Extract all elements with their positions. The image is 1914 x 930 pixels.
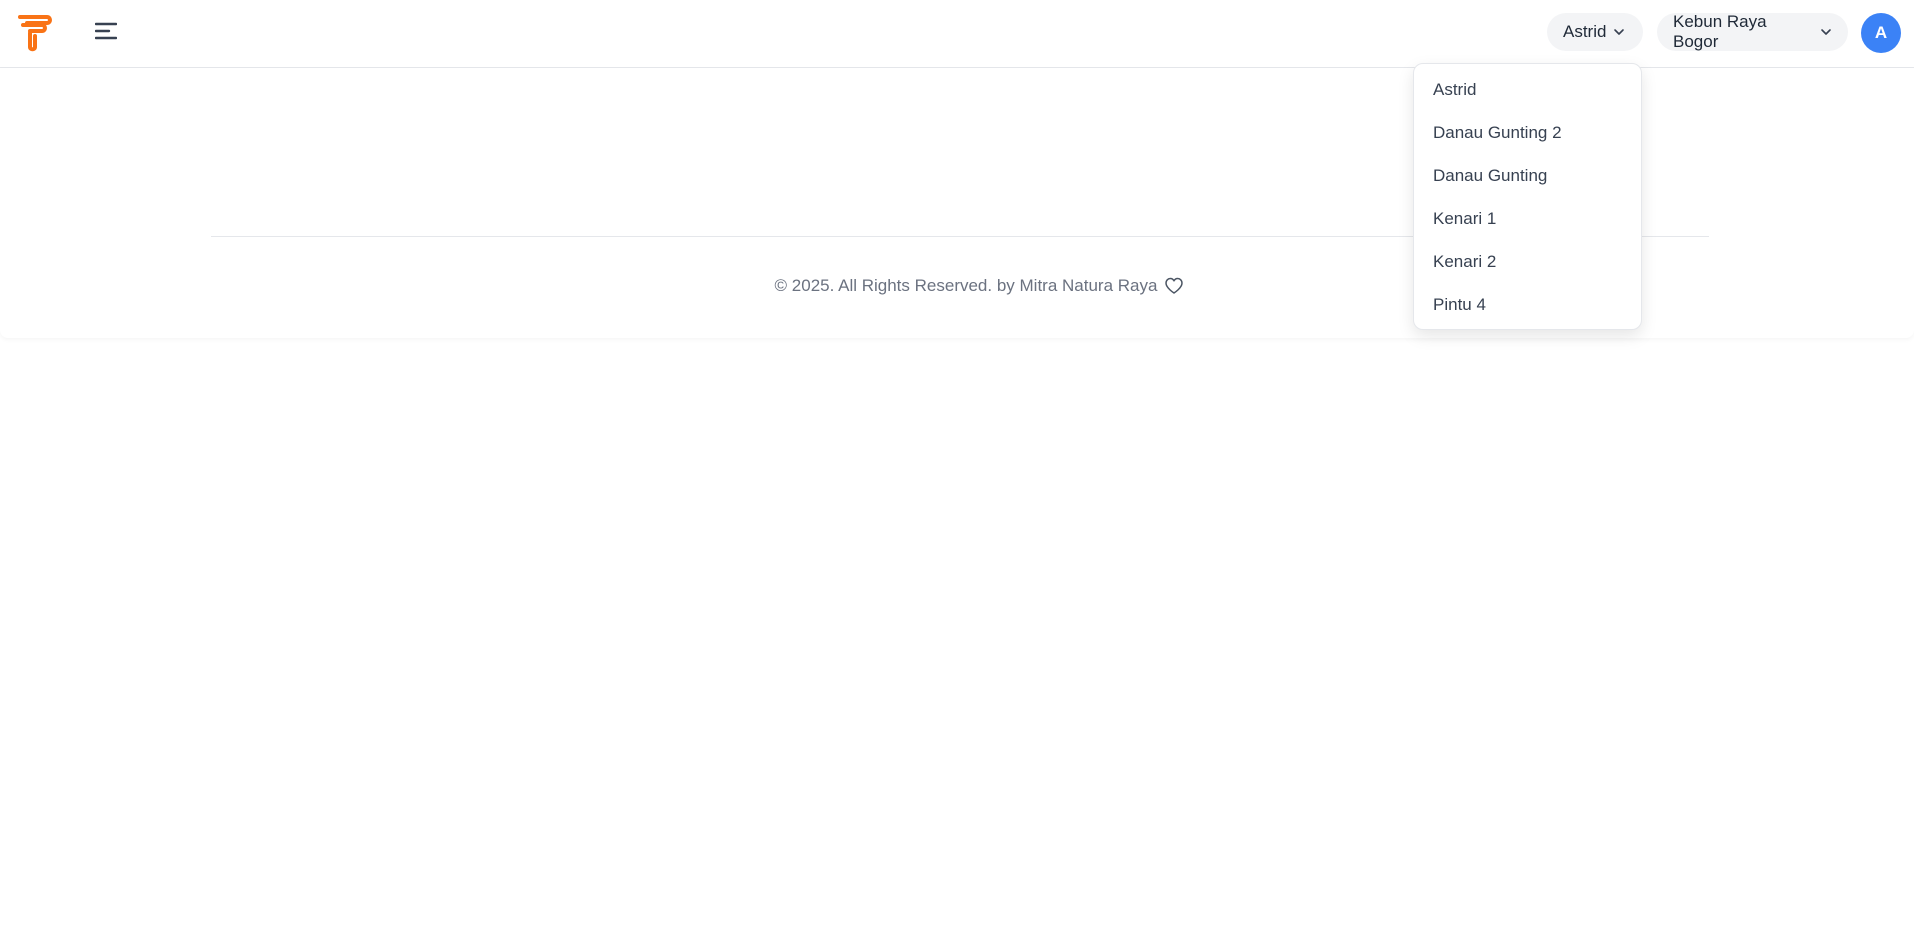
user-dropdown-menu: Astrid Danau Gunting 2 Danau Gunting Ken… — [1413, 63, 1642, 330]
chevron-down-icon — [1820, 28, 1832, 36]
avatar[interactable]: A — [1861, 13, 1901, 53]
logo-icon[interactable] — [16, 12, 56, 52]
page: Astrid Kebun Raya Bogor A © 2025. All Ri… — [0, 0, 1914, 930]
hamburger-icon — [94, 22, 118, 45]
dropdown-item-kenari-2[interactable]: Kenari 2 — [1414, 240, 1641, 283]
dropdown-item-kenari-1[interactable]: Kenari 1 — [1414, 197, 1641, 240]
dropdown-item-pintu-4[interactable]: Pintu 4 — [1414, 283, 1641, 326]
chevron-down-icon — [1613, 28, 1625, 36]
location-selector-button[interactable]: Kebun Raya Bogor — [1657, 12, 1848, 51]
heart-icon — [1164, 277, 1184, 295]
user-selector-label: Astrid — [1563, 22, 1607, 41]
location-selector-label: Kebun Raya Bogor — [1673, 12, 1767, 51]
sidebar-toggle-button[interactable] — [90, 18, 122, 48]
dropdown-item-danau-gunting-2[interactable]: Danau Gunting 2 — [1414, 111, 1641, 154]
top-navbar: Astrid Kebun Raya Bogor A — [0, 0, 1914, 68]
dropdown-item-astrid[interactable]: Astrid — [1414, 68, 1641, 111]
avatar-initial: A — [1874, 23, 1888, 42]
user-selector-button[interactable]: Astrid — [1547, 13, 1643, 51]
footer-copyright: © 2025. All Rights Reserved. by Mitra Na… — [774, 276, 1158, 295]
dropdown-item-danau-gunting[interactable]: Danau Gunting — [1414, 154, 1641, 197]
